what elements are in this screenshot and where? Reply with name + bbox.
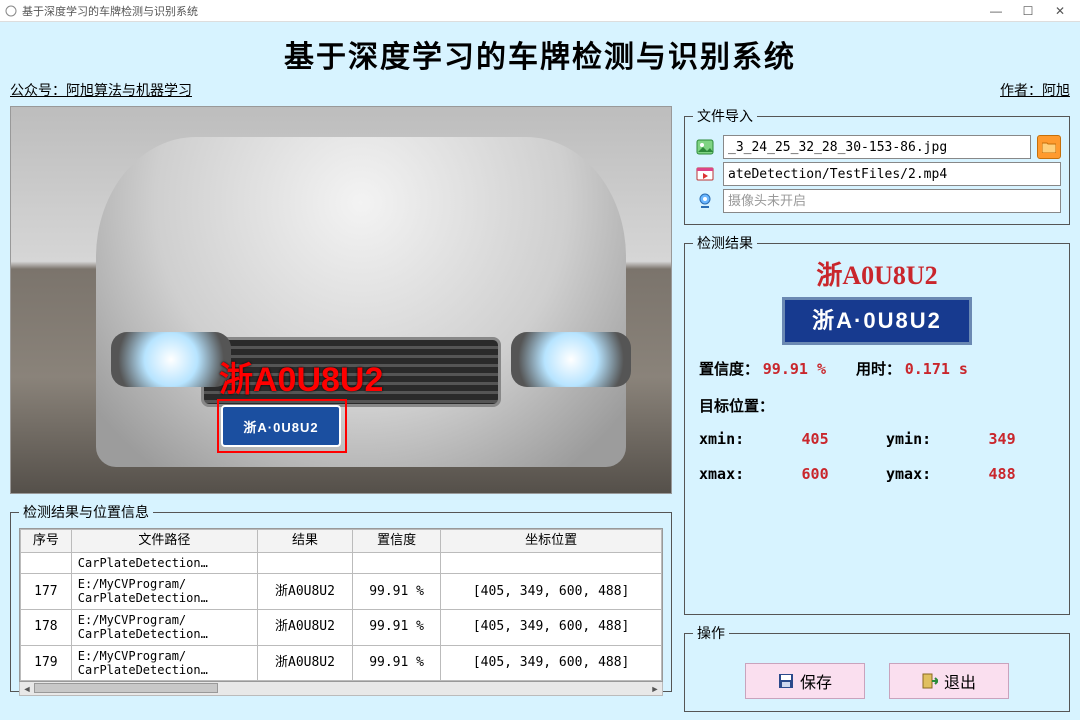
- xmax-label: xmax:: [699, 460, 784, 489]
- ymax-label: ymax:: [886, 460, 971, 489]
- horizontal-scrollbar[interactable]: ◄ ►: [19, 682, 663, 696]
- table-header: 结果: [258, 530, 353, 553]
- ops-group: 操作 保存 退出: [684, 623, 1070, 712]
- results-table-legend: 检测结果与位置信息: [19, 502, 153, 522]
- browse-image-button[interactable]: [1037, 135, 1061, 159]
- page-title: 基于深度学习的车牌检测与识别系统: [10, 32, 1070, 76]
- image-path-input[interactable]: [723, 135, 1031, 159]
- video-icon: [693, 162, 717, 186]
- confidence-value: 99.91 %: [763, 360, 826, 378]
- table-header: 序号: [21, 530, 72, 553]
- app-icon: [4, 4, 18, 18]
- ymin-label: ymin:: [886, 425, 971, 454]
- exit-button[interactable]: 退出: [889, 663, 1009, 699]
- minimize-button[interactable]: —: [980, 4, 1012, 18]
- xmin-value: 405: [802, 425, 868, 454]
- maximize-button[interactable]: ☐: [1012, 4, 1044, 18]
- result-legend: 检测结果: [693, 233, 757, 253]
- scroll-right-arrow[interactable]: ►: [648, 684, 662, 694]
- subtitle-right: 作者：阿旭: [1000, 80, 1070, 100]
- camera-icon: [693, 189, 717, 213]
- table-row[interactable]: 177E:/MyCVProgram/ CarPlateDetection…浙A0…: [21, 573, 662, 609]
- xmin-label: xmin:: [699, 425, 784, 454]
- close-button[interactable]: ✕: [1044, 4, 1076, 18]
- table-row[interactable]: CarPlateDetection…: [21, 552, 662, 573]
- time-value: 0.171 s: [905, 360, 968, 378]
- subtitle-left: 公众号：阿旭算法与机器学习: [10, 80, 192, 100]
- file-import-group: 文件导入: [684, 106, 1070, 225]
- ymin-value: 349: [989, 425, 1055, 454]
- result-plate-image: 浙A·0U8U2: [782, 297, 972, 345]
- result-plate-text: 浙A0U8U2: [693, 263, 1061, 289]
- results-table-group: 检测结果与位置信息 序号文件路径结果置信度坐标位置 CarPlateDetect…: [10, 502, 672, 692]
- table-header: 坐标位置: [441, 530, 662, 553]
- ops-legend: 操作: [693, 623, 729, 643]
- exit-icon: [922, 673, 938, 689]
- position-label: 目标位置：: [699, 399, 774, 415]
- file-import-legend: 文件导入: [693, 106, 757, 126]
- table-row[interactable]: 179E:/MyCVProgram/ CarPlateDetection…浙A0…: [21, 645, 662, 681]
- table-row[interactable]: 178E:/MyCVProgram/ CarPlateDetection…浙A0…: [21, 609, 662, 645]
- save-button[interactable]: 保存: [745, 663, 865, 699]
- window-title: 基于深度学习的车牌检测与识别系统: [22, 3, 198, 19]
- camera-input[interactable]: [723, 189, 1061, 213]
- detection-overlay-text: 浙A0U8U2: [219, 363, 383, 397]
- time-label: 用时：: [856, 362, 901, 378]
- video-path-input[interactable]: [723, 162, 1061, 186]
- results-table-scroll[interactable]: 序号文件路径结果置信度坐标位置 CarPlateDetection…177E:/…: [19, 528, 663, 682]
- floppy-icon: [778, 673, 794, 689]
- detection-bbox: [217, 399, 347, 453]
- table-header: 置信度: [352, 530, 440, 553]
- table-header: 文件路径: [71, 530, 257, 553]
- results-table: 序号文件路径结果置信度坐标位置 CarPlateDetection…177E:/…: [20, 529, 662, 681]
- confidence-label: 置信度：: [699, 362, 759, 378]
- xmax-value: 600: [802, 460, 868, 489]
- image-preview: 浙A·0U8U2 浙A0U8U2: [10, 106, 672, 494]
- window-titlebar: 基于深度学习的车牌检测与识别系统 — ☐ ✕: [0, 0, 1080, 22]
- result-group: 检测结果 浙A0U8U2 浙A·0U8U2 置信度： 99.91 % 用时： 0…: [684, 233, 1070, 615]
- scroll-left-arrow[interactable]: ◄: [20, 684, 34, 694]
- scrollbar-thumb[interactable]: [34, 683, 218, 693]
- image-icon: [693, 135, 717, 159]
- ymax-value: 488: [989, 460, 1055, 489]
